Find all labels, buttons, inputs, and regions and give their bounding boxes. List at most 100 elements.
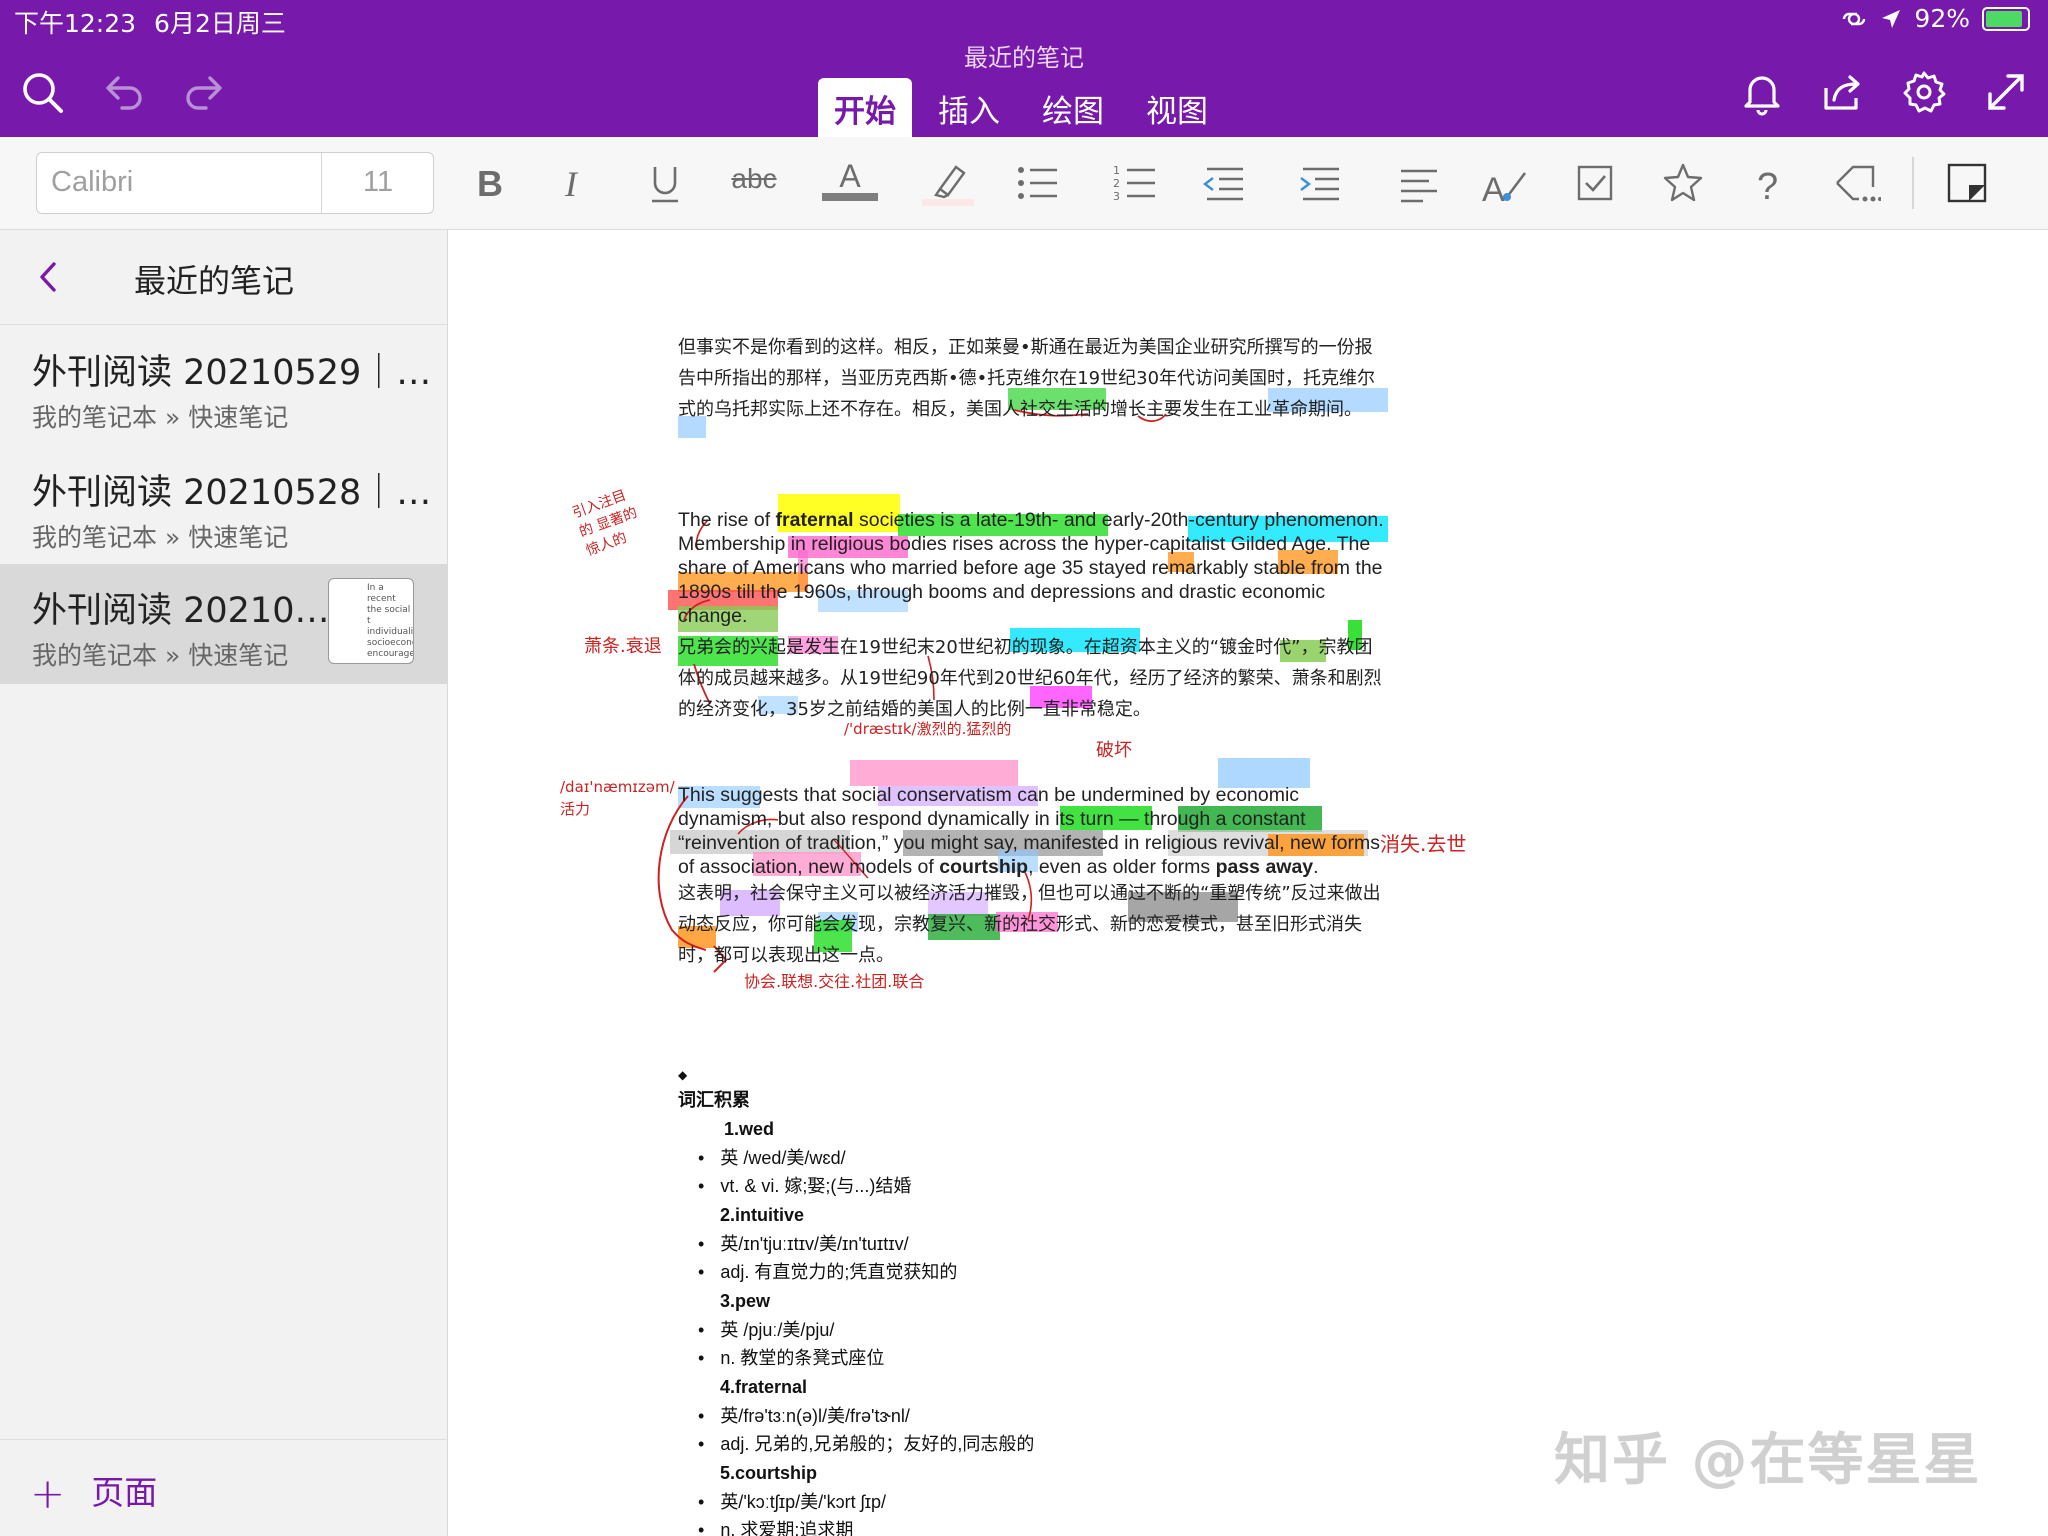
vocab-line: 英/ɪn'tjuːɪtɪv/美/ɪn'tuɪtɪv/	[698, 1230, 1378, 1258]
watermark: 知乎 @在等星星	[1554, 1428, 1982, 1493]
vocab-word: 5.courtship	[720, 1463, 818, 1483]
redo-icon[interactable]	[180, 68, 228, 116]
status-bar-left: 下午12:23 6月2日周三	[14, 4, 286, 40]
status-time: 下午12:23	[14, 9, 137, 38]
vocab-line: 英 /pjuː/美/pju/	[698, 1316, 1378, 1344]
bold-icon[interactable]: B	[462, 159, 516, 207]
vocab-line: adj. 有直觉力的;凭直觉获知的	[698, 1258, 1378, 1286]
vocab-word: 1.wed	[724, 1119, 775, 1139]
link-icon	[1843, 12, 1866, 25]
font-size-field[interactable]: 11	[363, 166, 393, 199]
battery-percent: 92%	[1914, 4, 1970, 33]
font-selector[interactable]: Calibri 11	[36, 152, 434, 214]
strikethrough-label: abc	[731, 163, 777, 194]
highlighter-icon[interactable]	[918, 159, 978, 207]
note-page-canvas[interactable]: 引入注目的 显著的 惊人的 萧条.衰退 /'dræstɪk/激烈的.猛烈的 破坏…	[448, 230, 2048, 1536]
svg-text:2: 2	[1113, 177, 1120, 190]
text-run: .	[1313, 856, 1319, 878]
vocab-line: n. 教堂的条凳式座位	[698, 1344, 1378, 1372]
location-arrow-icon	[1882, 9, 1901, 28]
question-icon[interactable]: ?	[1742, 159, 1796, 208]
note-item[interactable]: 外刊阅读 20210529｜… 我的笔记本 » 快速笔记	[0, 326, 447, 446]
vocab-line: 英/'kɔːtʃɪp/美/'kɔrt ʃɪp/	[698, 1488, 1378, 1516]
strikethrough-button[interactable]: abc	[724, 159, 784, 207]
handwritten-note: 破坏	[1096, 740, 1132, 761]
handwritten-note: 萧条.衰退	[584, 636, 662, 657]
svg-text:1: 1	[1113, 164, 1120, 177]
vocab-word: 3.pew	[720, 1291, 771, 1311]
note-thumbnail: In a recent the social t individualis so…	[328, 578, 414, 664]
note-path: 我的笔记本 » 快速笔记	[32, 641, 289, 670]
handwritten-note: /daɪ'næmɪzəm/ 活力	[560, 778, 675, 818]
text-run: , even as older forms	[1028, 856, 1216, 878]
note-title: 外刊阅读 20210528｜…	[32, 473, 432, 513]
tag-more-icon[interactable]	[1830, 159, 1884, 207]
handwritten-note: 协会.联想.交往.社团.联合	[744, 972, 925, 991]
font-color-icon: A	[839, 158, 861, 194]
status-bar-right: 92%	[1840, 4, 2030, 33]
tab-home[interactable]: 开始	[818, 78, 912, 137]
vocab-word: 2.intuitive	[720, 1205, 805, 1225]
tab-view[interactable]: 视图	[1130, 78, 1224, 137]
svg-text:I: I	[564, 164, 579, 204]
paragraph-zh-3: 这表明，社会保守主义可以被经济活力摧毁，但也可以通过不断的“重塑传统”反过来做出…	[678, 883, 1381, 966]
indent-icon[interactable]	[1292, 159, 1346, 207]
bulleted-list-icon[interactable]	[1010, 159, 1064, 207]
svg-text:A: A	[1482, 171, 1505, 207]
paragraph-zh-2: 兄弟会的兴起是发生在19世纪末20世纪初的现象。在超资本主义的“镀金时代”，宗教…	[678, 637, 1382, 720]
recent-notes-sidebar: 最近的笔记 外刊阅读 20210529｜… 我的笔记本 » 快速笔记 外刊阅读 …	[0, 230, 448, 1536]
vocab-line: 英/frə'tɜːn(ə)l/美/frə'tɝnl/	[698, 1402, 1378, 1430]
vocab-line: 英 /wed/美/wɛd/	[698, 1144, 1378, 1172]
font-name-field[interactable]: Calibri	[51, 166, 133, 199]
align-left-icon[interactable]	[1390, 159, 1444, 207]
gear-icon[interactable]	[1900, 68, 1948, 116]
text-run: The rise of	[678, 509, 776, 531]
outdent-icon[interactable]	[1196, 159, 1250, 207]
tab-draw[interactable]: 绘图	[1026, 78, 1120, 137]
styles-icon[interactable]: A	[1478, 159, 1532, 209]
bold-term: pass away	[1215, 856, 1314, 878]
italic-icon[interactable]: I	[548, 159, 602, 207]
numbered-list-icon[interactable]: 123	[1108, 159, 1162, 207]
underline-icon[interactable]	[638, 159, 692, 207]
handwritten-note: 消失.去世	[1380, 832, 1467, 856]
paragraph-en-3: This suggests that social conservatism c…	[678, 783, 1388, 879]
paragraph-zh-1: 但事实不是你看到的这样。相反，正如莱曼•斯通在最近为美国企业研究所撰写的一份报告…	[678, 337, 1376, 420]
ribbon-tabs: 开始 插入 绘图 视图	[818, 78, 1234, 137]
sidebar-header: 最近的笔记	[0, 230, 447, 325]
vocab-word: 4.fraternal	[720, 1377, 808, 1397]
app-header: 下午12:23 6月2日周三 92% 最近的笔记 开始 插入 绘图 视图	[0, 0, 2048, 137]
tab-insert[interactable]: 插入	[922, 78, 1016, 137]
back-chevron-icon[interactable]	[30, 254, 70, 300]
search-icon[interactable]	[18, 68, 66, 116]
vocab-line: adj. 兄弟的,兄弟般的；友好的,同志般的	[698, 1430, 1378, 1458]
undo-icon[interactable]	[100, 68, 148, 116]
vocab-heading: 词汇积累	[678, 1090, 750, 1110]
note-title: 外刊阅读 20210529｜…	[32, 353, 432, 393]
bold-term: courtship	[939, 856, 1029, 878]
sticky-note-icon[interactable]	[1940, 159, 1994, 207]
note-item-selected[interactable]: 外刊阅读 20210… 我的笔记本 » 快速笔记 In a recent the…	[0, 564, 447, 684]
todo-tag-icon[interactable]	[1568, 159, 1622, 207]
vocab-line: vt. & vi. 嫁;娶;(与...)结婚	[698, 1172, 1378, 1200]
ribbon-toolbar: Calibri 11 B I abc A 123 A ?	[0, 137, 2048, 230]
svg-text:3: 3	[1113, 190, 1120, 203]
share-icon[interactable]	[1818, 68, 1866, 116]
bold-term: fraternal	[775, 509, 854, 531]
vocabulary-section: ◆ 词汇积累 1.wed 英 /wed/美/wɛd/ vt. & vi. 嫁;娶…	[678, 1068, 1378, 1536]
bell-icon[interactable]	[1738, 68, 1786, 116]
paragraph-en-2: The rise of fraternal societies is a lat…	[678, 508, 1388, 628]
note-title: 外刊阅读 20210…	[32, 591, 330, 631]
diamond-bullet: ◆	[678, 1068, 688, 1082]
font-color-button[interactable]: A	[820, 159, 880, 207]
add-page-label: 页面	[91, 1473, 158, 1512]
expand-icon[interactable]	[1982, 68, 2030, 116]
font-color-swatch	[822, 193, 878, 201]
star-icon[interactable]	[1656, 159, 1710, 207]
plus-icon: +	[30, 1469, 66, 1518]
font-box-divider	[321, 153, 322, 213]
battery-icon	[1982, 6, 2030, 31]
sidebar-footer: + 页面	[0, 1439, 447, 1536]
add-page-button[interactable]: + 页面	[30, 1466, 157, 1518]
note-item[interactable]: 外刊阅读 20210528｜… 我的笔记本 » 快速笔记	[0, 446, 447, 566]
